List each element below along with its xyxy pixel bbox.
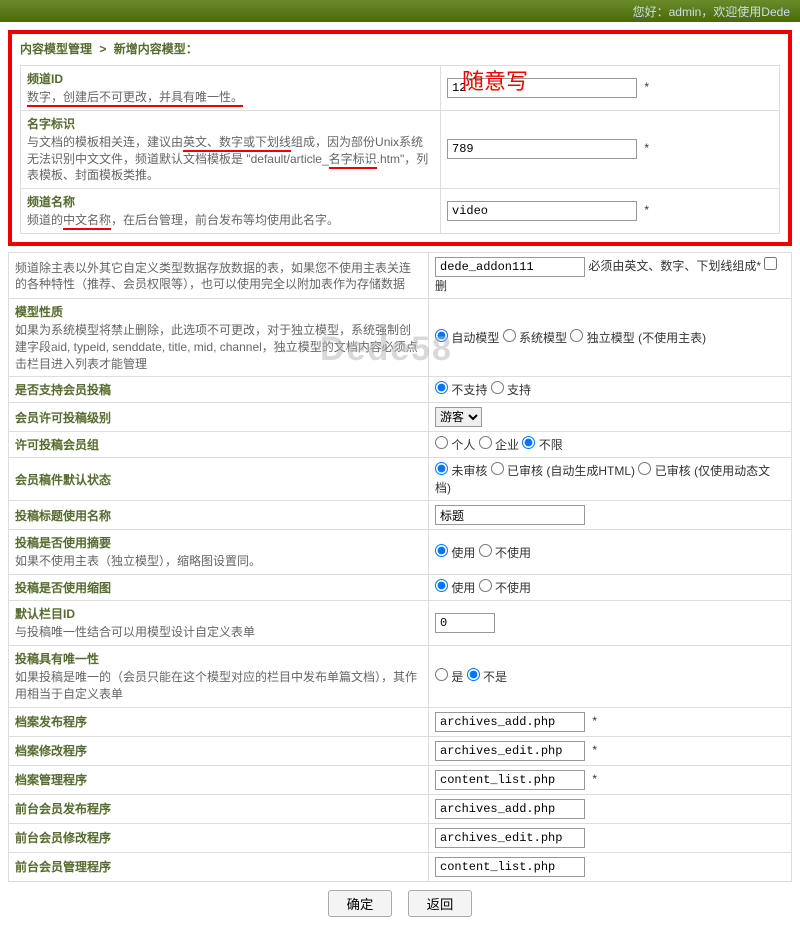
opt-sys-model[interactable]: 系统模型 <box>503 331 567 345</box>
breadcrumb: 内容模型管理 > 新增内容模型： <box>20 40 780 57</box>
breadcrumb-a: 内容模型管理 <box>20 42 92 56</box>
label-member-level: 会员许可投稿级别 <box>15 411 111 425</box>
req-mark: * <box>644 80 649 94</box>
select-member-level[interactable]: 游客 <box>435 407 482 427</box>
input-name-tag[interactable] <box>447 139 637 159</box>
opt-not-use-summary[interactable]: 不使用 <box>479 546 531 560</box>
opt-personal[interactable]: 个人 <box>435 438 475 452</box>
opt-yes[interactable]: 是 <box>435 670 463 684</box>
breadcrumb-sep: > <box>99 42 106 56</box>
main-form-table: 频道除主表以外其它自定义类型数据存放数据的表，如果您不使用主表关连的各种特性（推… <box>8 252 792 882</box>
checkbox-delete[interactable] <box>764 257 777 270</box>
label-use-thumb: 投稿是否使用缩图 <box>15 581 111 595</box>
row-member-add: 前台会员发布程序 <box>9 794 792 823</box>
desc-channel-name: 频道的中文名称，在后台管理，前台发布等均使用此名字。 <box>27 212 434 229</box>
row-name-tag: 名字标识 与文档的模板相关连，建议由英文、数字或下划线组成，因为部份Unix系统… <box>21 110 780 188</box>
input-member-edit[interactable] <box>435 828 585 848</box>
addon-note: 必须由英文、数字、下划线组成* <box>588 259 764 273</box>
row-unique: 投稿具有唯一性 如果投稿是唯一的（会员只能在这个模型对应的栏目中发布单篇文档），… <box>9 645 792 707</box>
req-mark: * <box>644 203 649 217</box>
input-file-list[interactable] <box>435 770 585 790</box>
input-addon-table[interactable] <box>435 257 585 277</box>
input-title-name[interactable] <box>435 505 585 525</box>
label-channel-name: 频道名称 <box>27 195 75 209</box>
row-use-summary: 投稿是否使用摘要 如果不使用主表（独立模型），缩略图设置同。 使用 不使用 <box>9 530 792 575</box>
label-default-col: 默认栏目ID <box>15 607 75 621</box>
desc-default-col: 与投稿唯一性结合可以用模型设计自定义表单 <box>15 624 422 641</box>
input-member-add[interactable] <box>435 799 585 819</box>
label-default-status: 会员稿件默认状态 <box>15 473 111 487</box>
row-member-level: 会员许可投稿级别 游客 <box>9 403 792 432</box>
row-allow-group: 许可投稿会员组 个人 企业 不限 <box>9 432 792 458</box>
chk-label: 删 <box>435 279 447 293</box>
opt-not-support[interactable]: 不支持 <box>435 383 487 397</box>
input-member-list[interactable] <box>435 857 585 877</box>
welcome-text: 您好：admin，欢迎使用Dede <box>633 5 790 19</box>
row-member-list: 前台会员管理程序 <box>9 852 792 881</box>
label-file-add: 档案发布程序 <box>15 715 87 729</box>
label-member-list: 前台会员管理程序 <box>15 860 111 874</box>
opt-no[interactable]: 不是 <box>467 670 507 684</box>
breadcrumb-b: 新增内容模型： <box>114 42 198 56</box>
label-member-edit: 前台会员修改程序 <box>15 831 111 845</box>
row-file-list: 档案管理程序 * <box>9 765 792 794</box>
ok-button[interactable]: 确定 <box>328 890 393 917</box>
req-mark: * <box>644 141 649 155</box>
row-channel-name: 频道名称 频道的中文名称，在后台管理，前台发布等均使用此名字。 * <box>21 189 780 234</box>
top-form-table: 频道ID 数字，创建后不可更改，并具有唯一性。 * 名字标识 与文档的模板相关连… <box>20 65 780 234</box>
desc-use-summary: 如果不使用主表（独立模型），缩略图设置同。 <box>15 553 422 570</box>
row-channel-id: 频道ID 数字，创建后不可更改，并具有唯一性。 * <box>21 66 780 111</box>
annotation-text: 随意写 <box>462 64 528 96</box>
top-bar: 您好：admin，欢迎使用Dede <box>0 0 800 22</box>
label-file-list: 档案管理程序 <box>15 773 87 787</box>
label-title-name: 投稿标题使用名称 <box>15 509 111 523</box>
opt-support[interactable]: 支持 <box>491 383 531 397</box>
opt-use-thumb[interactable]: 使用 <box>435 581 475 595</box>
row-title-name: 投稿标题使用名称 <box>9 501 792 530</box>
label-channel-id: 频道ID <box>27 72 63 86</box>
highlight-box: 内容模型管理 > 新增内容模型： 随意写 频道ID 数字，创建后不可更改，并具有… <box>8 30 792 246</box>
label-member-post: 是否支持会员投稿 <box>15 383 111 397</box>
opt-auto-model[interactable]: 自动模型 <box>435 331 499 345</box>
desc-model-type: 如果为系统模型将禁止删除，此选项不可更改，对于独立模型，系统强制创建字段aid,… <box>15 322 422 372</box>
label-unique: 投稿具有唯一性 <box>15 652 99 666</box>
row-use-thumb: 投稿是否使用缩图 使用 不使用 <box>9 575 792 601</box>
button-bar: 确定 返回 <box>8 882 792 925</box>
row-model-type: 模型性质 如果为系统模型将禁止删除，此选项不可更改，对于独立模型，系统强制创建字… <box>9 298 792 376</box>
input-channel-name[interactable] <box>447 201 637 221</box>
opt-enterprise[interactable]: 企业 <box>479 438 519 452</box>
desc-unique: 如果投稿是唯一的（会员只能在这个模型对应的栏目中发布单篇文档），其作用相当于自定… <box>15 669 422 703</box>
opt-indep-model[interactable]: 独立模型 (不使用主表) <box>570 331 706 345</box>
label-file-edit: 档案修改程序 <box>15 744 87 758</box>
desc-name-tag: 与文档的模板相关连，建议由英文、数字或下划线组成，因为部份Unix系统无法识别中… <box>27 134 434 184</box>
label-member-add: 前台会员发布程序 <box>15 802 111 816</box>
row-default-status: 会员稿件默认状态 未审核 已审核 (自动生成HTML) 已审核 (仅使用动态文档… <box>9 458 792 501</box>
label-name-tag: 名字标识 <box>27 117 75 131</box>
row-default-col: 默认栏目ID 与投稿唯一性结合可以用模型设计自定义表单 <box>9 601 792 646</box>
row-member-edit: 前台会员修改程序 <box>9 823 792 852</box>
opt-use-summary[interactable]: 使用 <box>435 546 475 560</box>
opt-unlimited[interactable]: 不限 <box>522 438 562 452</box>
label-model-type: 模型性质 <box>15 305 63 319</box>
input-default-col[interactable] <box>435 613 495 633</box>
row-file-edit: 档案修改程序 * <box>9 736 792 765</box>
opt-unreviewed[interactable]: 未审核 <box>435 464 487 478</box>
row-addon-table: 频道除主表以外其它自定义类型数据存放数据的表，如果您不使用主表关连的各种特性（推… <box>9 252 792 298</box>
row-file-add: 档案发布程序 * <box>9 707 792 736</box>
opt-not-use-thumb[interactable]: 不使用 <box>479 581 531 595</box>
input-file-edit[interactable] <box>435 741 585 761</box>
row-member-post: 是否支持会员投稿 不支持 支持 <box>9 377 792 403</box>
desc-addon-table: 频道除主表以外其它自定义类型数据存放数据的表，如果您不使用主表关连的各种特性（推… <box>15 260 422 294</box>
label-use-summary: 投稿是否使用摘要 <box>15 536 111 550</box>
input-file-add[interactable] <box>435 712 585 732</box>
label-allow-group: 许可投稿会员组 <box>15 438 99 452</box>
opt-reviewed-html[interactable]: 已审核 (自动生成HTML) <box>491 464 635 478</box>
back-button[interactable]: 返回 <box>408 890 473 917</box>
desc-channel-id: 数字，创建后不可更改，并具有唯一性。 <box>27 89 434 106</box>
